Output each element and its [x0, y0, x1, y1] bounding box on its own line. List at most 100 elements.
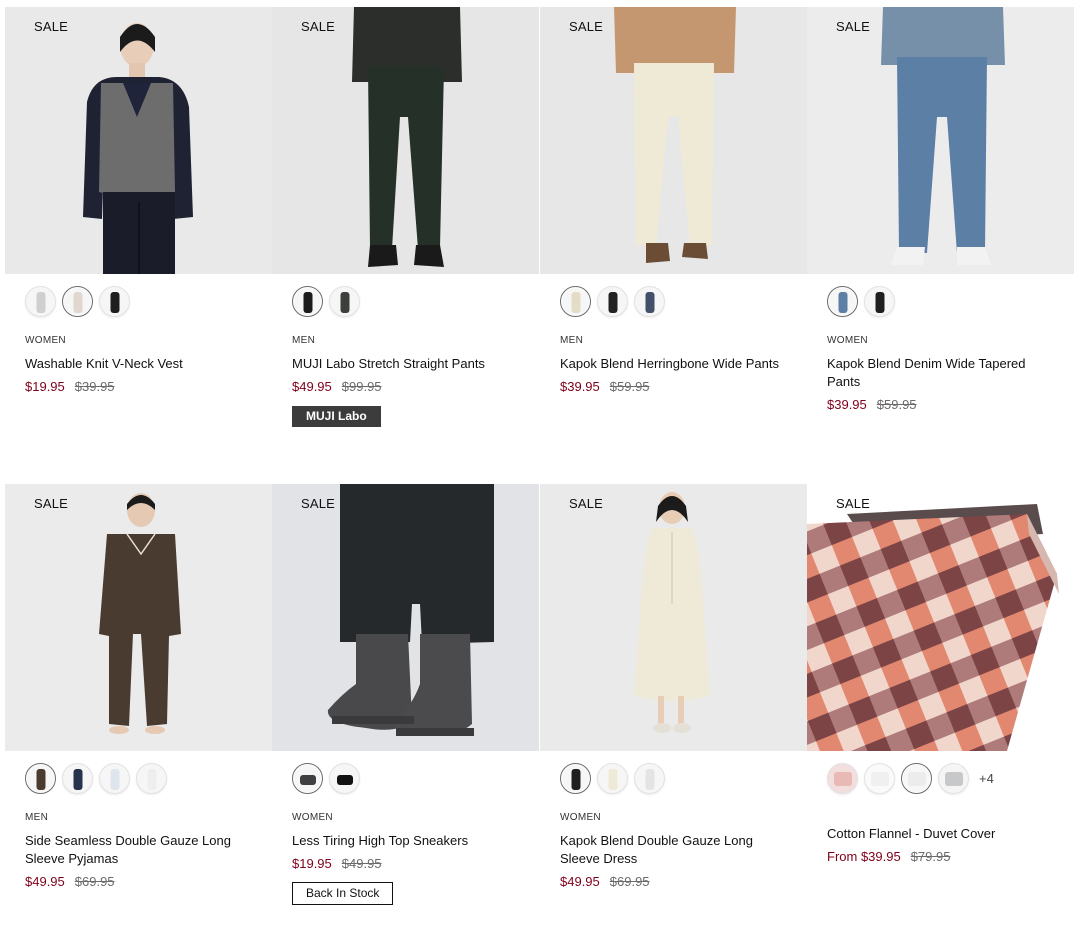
- color-swatches: [540, 762, 807, 794]
- price-row: $49.95 $69.95: [5, 874, 272, 889]
- product-title[interactable]: MUJI Labo Stretch Straight Pants: [272, 355, 539, 373]
- product-image[interactable]: SALE: [540, 484, 807, 751]
- product-card[interactable]: SALE MEN Kapok Blend Herringbone Wide Pa…: [540, 7, 807, 394]
- price-row: $39.95 $59.95: [540, 379, 807, 394]
- color-swatches: [272, 285, 539, 317]
- swatch-white[interactable]: [136, 762, 167, 794]
- price-row: $19.95 $39.95: [5, 379, 272, 394]
- swatch-light-grey[interactable]: [25, 285, 56, 317]
- product-image[interactable]: SALE: [807, 7, 1074, 274]
- sale-badge: SALE: [34, 19, 69, 34]
- color-swatches: [5, 762, 272, 794]
- back-in-stock-tag: Back In Stock: [292, 882, 394, 905]
- swatch-pink-check[interactable]: [827, 762, 858, 794]
- color-swatches: [807, 285, 1074, 317]
- muji-labo-tag: MUJI Labo: [292, 406, 381, 427]
- sale-price: $39.95: [560, 379, 600, 394]
- sale-price: $49.95: [560, 874, 600, 889]
- swatch-black[interactable]: [292, 285, 323, 317]
- swatch-navy[interactable]: [634, 285, 665, 317]
- duvet-image: [807, 484, 1074, 751]
- swatch-light-grey[interactable]: [634, 762, 665, 794]
- product-card[interactable]: SALE WOMEN Kapok Blend Double Gauze Long…: [540, 484, 807, 889]
- model-image: [540, 484, 807, 751]
- sale-badge: SALE: [836, 19, 871, 34]
- price-row: From $39.95 $79.95: [807, 849, 1074, 864]
- product-title[interactable]: Cotton Flannel - Duvet Cover: [807, 825, 1074, 843]
- sale-price: $39.95: [827, 397, 867, 412]
- product-card[interactable]: SALE WOMEN Washable Knit V-Neck Vest $19…: [5, 7, 272, 394]
- swatch-black[interactable]: [329, 762, 360, 794]
- product-category: MEN: [560, 335, 584, 346]
- original-price: $59.95: [609, 379, 650, 394]
- product-title[interactable]: Kapok Blend Denim Wide Tapered Pants: [807, 355, 1074, 391]
- swatch-brown[interactable]: [25, 762, 56, 794]
- swatch-grey[interactable]: [938, 762, 969, 794]
- product-category: MEN: [292, 335, 316, 346]
- color-swatches: [540, 285, 807, 317]
- swatch-dark-grey[interactable]: [292, 762, 323, 794]
- product-image[interactable]: SALE: [807, 484, 1074, 751]
- more-swatches-count[interactable]: +4: [979, 771, 994, 786]
- product-title[interactable]: Side Seamless Double Gauze Long Sleeve P…: [5, 832, 272, 868]
- model-image: [540, 7, 807, 274]
- model-image: [272, 484, 539, 751]
- product-title[interactable]: Less Tiring High Top Sneakers: [272, 832, 539, 850]
- original-price: $69.95: [74, 874, 115, 889]
- original-price: $59.95: [876, 397, 917, 412]
- product-category: MEN: [25, 812, 49, 823]
- original-price: $79.95: [910, 849, 951, 864]
- sale-badge: SALE: [301, 496, 336, 511]
- product-category: WOMEN: [560, 812, 601, 823]
- swatch-light-grey[interactable]: [901, 762, 932, 794]
- color-swatches: +4: [807, 762, 1074, 794]
- product-card[interactable]: SALE WOMEN Less Tiring High Top Sneakers…: [272, 484, 539, 905]
- swatch-black[interactable]: [99, 285, 130, 317]
- model-image: [5, 484, 272, 751]
- product-card[interactable]: SALE MEN Side Seamless Double Gauze Long…: [5, 484, 272, 889]
- product-category: WOMEN: [25, 335, 66, 346]
- swatch-dark-grey[interactable]: [329, 285, 360, 317]
- price-row: $39.95 $59.95: [807, 397, 1074, 412]
- sale-badge: SALE: [569, 19, 604, 34]
- swatch-ecru[interactable]: [597, 762, 628, 794]
- product-title[interactable]: Washable Knit V-Neck Vest: [5, 355, 272, 373]
- product-title[interactable]: Kapok Blend Herringbone Wide Pants: [540, 355, 807, 373]
- price-row: $49.95 $69.95: [540, 874, 807, 889]
- product-image[interactable]: SALE: [5, 484, 272, 751]
- original-price: $69.95: [609, 874, 650, 889]
- swatch-black[interactable]: [560, 762, 591, 794]
- original-price: $49.95: [341, 856, 382, 871]
- swatch-light-blue[interactable]: [99, 762, 130, 794]
- original-price: $99.95: [341, 379, 382, 394]
- swatch-ecru[interactable]: [560, 285, 591, 317]
- color-swatches: [5, 285, 272, 317]
- sale-price: $49.95: [25, 874, 65, 889]
- product-title[interactable]: Kapok Blend Double Gauze Long Sleeve Dre…: [540, 832, 807, 868]
- product-category: WOMEN: [292, 812, 333, 823]
- product-card[interactable]: SALE MEN MUJI Labo Stretch Straight Pant…: [272, 7, 539, 427]
- model-image: [5, 7, 272, 274]
- swatch-beige[interactable]: [62, 285, 93, 317]
- sale-badge: SALE: [569, 496, 604, 511]
- product-image[interactable]: SALE: [5, 7, 272, 274]
- price-row: $19.95 $49.95: [272, 856, 539, 871]
- original-price: $39.95: [74, 379, 115, 394]
- model-image: [272, 7, 539, 274]
- swatch-black[interactable]: [597, 285, 628, 317]
- sale-badge: SALE: [836, 496, 871, 511]
- product-image[interactable]: SALE: [272, 484, 539, 751]
- product-card[interactable]: SALE WOMEN Kapok Blend Denim Wide Tapere…: [807, 7, 1074, 412]
- sale-price: $19.95: [292, 856, 332, 871]
- sale-price: $19.95: [25, 379, 65, 394]
- swatch-white[interactable]: [864, 762, 895, 794]
- color-swatches: [272, 762, 539, 794]
- product-image[interactable]: SALE: [272, 7, 539, 274]
- swatch-navy[interactable]: [62, 762, 93, 794]
- sale-price: From $39.95: [827, 849, 901, 864]
- product-image[interactable]: SALE: [540, 7, 807, 274]
- swatch-black[interactable]: [864, 285, 895, 317]
- product-card[interactable]: SALE +4 Cotton Flannel - Duvet Cover Fro…: [807, 484, 1074, 864]
- swatch-blue[interactable]: [827, 285, 858, 317]
- product-category: WOMEN: [827, 335, 868, 346]
